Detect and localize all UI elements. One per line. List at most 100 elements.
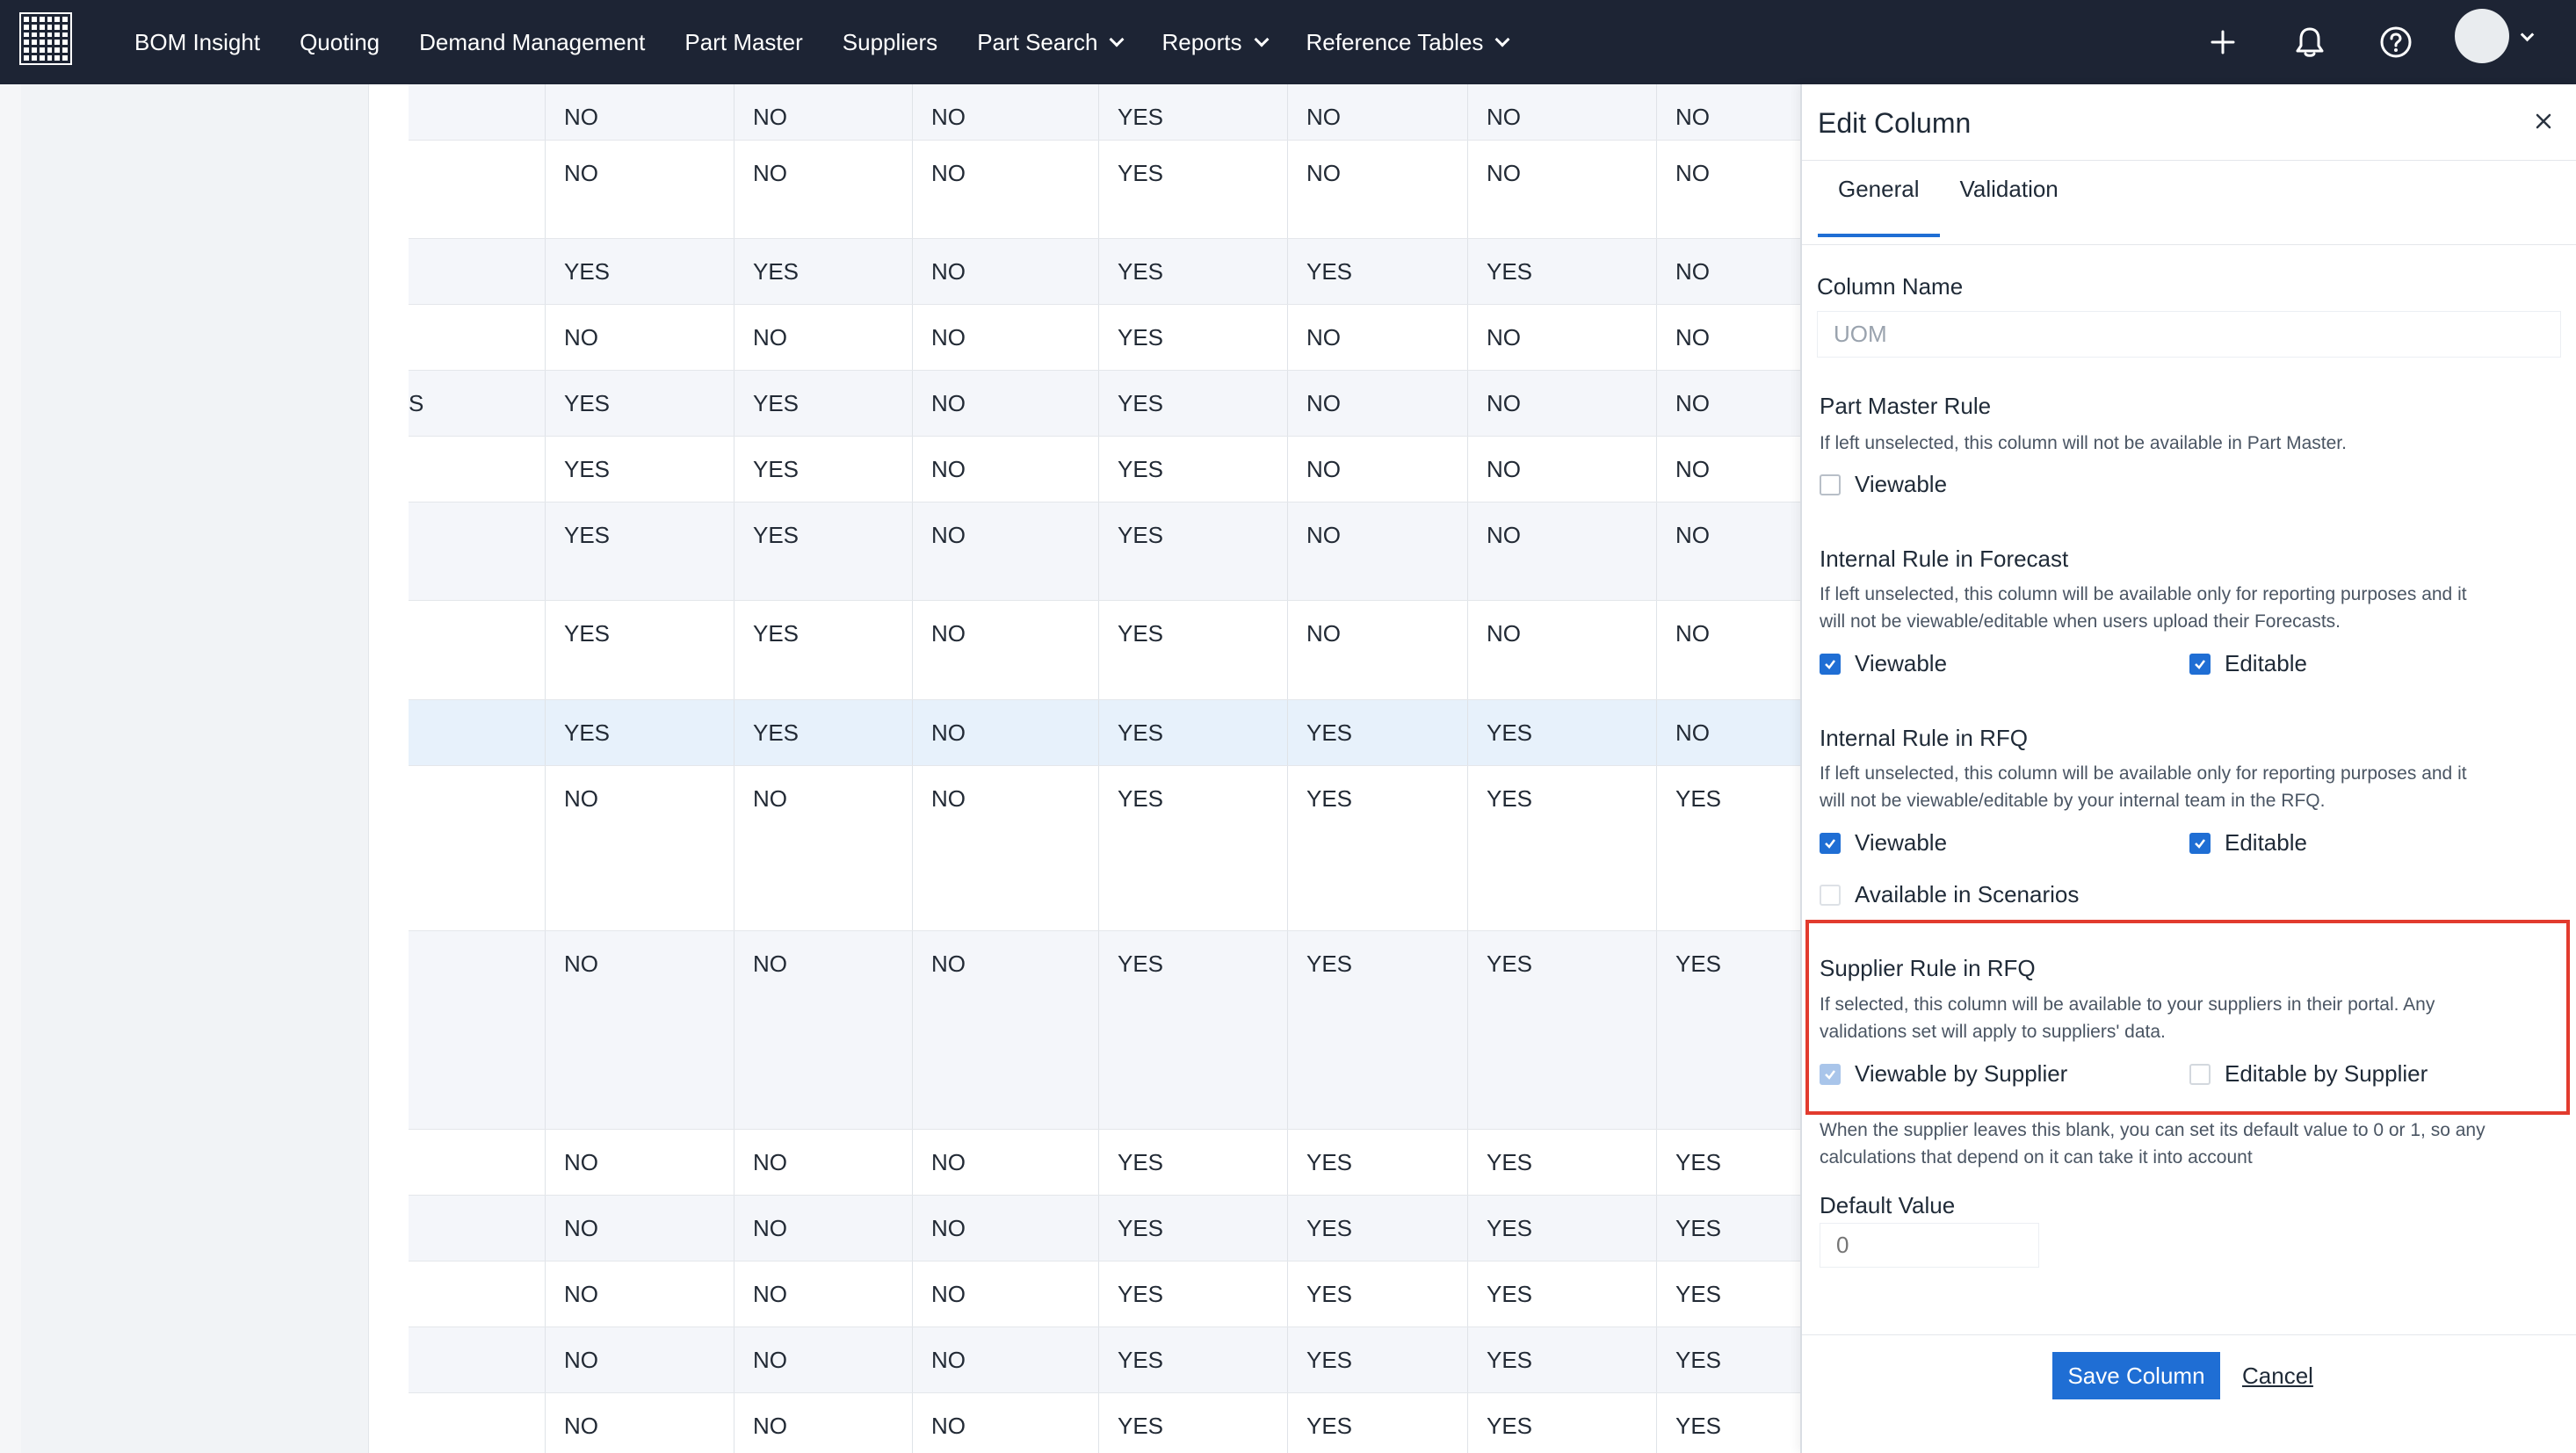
table-cell: NO <box>1287 502 1467 600</box>
part-master-viewable-checkbox[interactable]: Viewable <box>1820 471 1947 498</box>
default-value-field[interactable] <box>1820 1223 2039 1268</box>
forecast-editable-checkbox[interactable]: Editable <box>2189 650 2307 677</box>
table-cell: NO <box>1656 84 1800 140</box>
help-icon[interactable] <box>2375 21 2417 63</box>
table-cell: NO <box>1287 305 1467 370</box>
logo-cell <box>39 17 45 22</box>
table-cell: NO <box>1656 239 1800 304</box>
table-cell: NO <box>734 141 912 238</box>
tab-general[interactable]: General <box>1818 160 1940 244</box>
table-cell: YES <box>1287 239 1467 304</box>
table-row[interactable]: NO NO NO YES YES YES YES <box>409 766 1800 931</box>
table-cell: YES <box>1656 766 1800 930</box>
table-row[interactable]: YES YES NO YES YES YES NO <box>409 239 1800 305</box>
table-cell: YES <box>1656 1196 1800 1261</box>
checkbox-checked-icon <box>2189 653 2211 675</box>
table-cell: YES <box>1098 766 1287 930</box>
table-cell: YES <box>1098 239 1287 304</box>
logo-cell <box>62 40 68 46</box>
rfq-viewable-checkbox[interactable]: Viewable <box>1820 829 1947 857</box>
table-row[interactable]: NO NO NO YES YES YES YES <box>409 1196 1800 1261</box>
nav-item-reference-tables[interactable]: Reference Tables <box>1306 29 1510 56</box>
table-row[interactable]: NO NO NO YES YES YES YES <box>409 1261 1800 1327</box>
table-cell: NO <box>1656 305 1800 370</box>
table-row[interactable]: NO NO NO YES YES YES YES <box>409 1327 1800 1393</box>
logo-cell <box>31 47 37 54</box>
table-row[interactable]: YES YES NO YES NO NO NO <box>409 601 1800 700</box>
logo-cell <box>24 47 29 54</box>
save-column-button[interactable]: Save Column <box>2052 1352 2220 1399</box>
divider <box>1802 1334 2576 1335</box>
table-cell: YES <box>1098 502 1287 600</box>
table-row[interactable]: NO NO NO YES NO NO NO <box>409 141 1800 239</box>
table-row[interactable]: S YES YES NO YES NO NO NO <box>409 371 1800 437</box>
forecast-rule-help-line1: If left unselected, this column will be … <box>1820 584 2467 604</box>
table-cell: NO <box>1287 437 1467 502</box>
table-cell: NO <box>1467 84 1656 140</box>
table-row[interactable]: YES YES NO YES NO NO NO <box>409 437 1800 502</box>
table-cell: YES <box>1467 1393 1656 1453</box>
table-cell: NO <box>912 1196 1098 1261</box>
bell-icon[interactable] <box>2289 21 2331 63</box>
logo-cell <box>24 24 29 30</box>
table-cell: YES <box>734 700 912 765</box>
table-cell: YES <box>1098 1261 1287 1326</box>
table-row[interactable]: NO NO NO YES YES YES YES <box>409 1393 1800 1453</box>
table-cell: YES <box>1467 1130 1656 1195</box>
nav-item-demand-management[interactable]: Demand Management <box>419 29 645 56</box>
table-cell: NO <box>1467 371 1656 436</box>
checkbox-icon <box>1820 884 1841 906</box>
table-cell: YES <box>1656 931 1800 1129</box>
table-cell: YES <box>1098 1393 1287 1453</box>
table-cell: YES <box>734 601 912 699</box>
table-cell: YES <box>1098 700 1287 765</box>
nav-item-label: Suppliers <box>842 28 938 55</box>
checkbox-label: Viewable <box>1855 650 1948 676</box>
main-nav: BOM Insight Quoting Demand Management Part … <box>134 0 1547 84</box>
chevron-down-icon[interactable] <box>2520 27 2535 42</box>
nav-item-label: BOM Insight <box>134 28 261 55</box>
default-value-label: Default Value <box>1820 1192 1956 1218</box>
table-cell: YES <box>734 371 912 436</box>
table-cell: YES <box>545 601 734 699</box>
table-cell: NO <box>1467 601 1656 699</box>
table-row[interactable]: YES YES NO YES YES YES NO <box>409 700 1800 766</box>
rfq-rule-title: Internal Rule in RFQ <box>1820 725 2028 751</box>
nav-item-part-search[interactable]: Part Search <box>977 29 1125 56</box>
part-master-rule-title: Part Master Rule <box>1820 393 1992 419</box>
grid-gutter <box>369 84 409 1453</box>
column-name-field[interactable]: UOM <box>1817 311 2561 358</box>
table-cell <box>409 766 545 930</box>
rfq-scenarios-checkbox[interactable]: Available in Scenarios <box>1820 881 2079 908</box>
app-logo-icon[interactable] <box>19 12 72 65</box>
table-cell: YES <box>1287 700 1467 765</box>
nav-item-bom-insight[interactable]: BOM Insight <box>134 29 260 56</box>
avatar[interactable] <box>2455 9 2509 63</box>
rfq-editable-checkbox[interactable]: Editable <box>2189 829 2307 857</box>
default-value-help-line1: When the supplier leaves this blank, you… <box>1820 1120 2486 1140</box>
close-icon[interactable] <box>2529 107 2558 135</box>
table-row[interactable]: NO NO NO YES YES YES YES <box>409 931 1800 1130</box>
table-cell: NO <box>1467 502 1656 600</box>
forecast-rule-help-line2: will not be viewable/editable when users… <box>1820 611 2341 632</box>
table-row[interactable]: YES YES NO YES NO NO NO <box>409 502 1800 601</box>
nav-item-label: Quoting <box>300 28 380 55</box>
table-cell: YES <box>1287 931 1467 1129</box>
cancel-link[interactable]: Cancel <box>2242 1363 2313 1390</box>
table-cell: YES <box>1098 931 1287 1129</box>
nav-item-part-master[interactable]: Part Master <box>684 29 802 56</box>
nav-item-quoting[interactable]: Quoting <box>300 29 380 56</box>
nav-item-reports[interactable]: Reports <box>1161 29 1270 56</box>
table-row[interactable]: NO NO NO YES NO NO NO <box>409 84 1800 141</box>
checkbox-label: Editable <box>2225 829 2307 856</box>
table-cell: YES <box>1656 1393 1800 1453</box>
logo-cell <box>54 24 61 30</box>
nav-item-suppliers[interactable]: Suppliers <box>843 29 937 56</box>
forecast-viewable-checkbox[interactable]: Viewable <box>1820 650 1947 677</box>
tab-validation[interactable]: Validation <box>1940 160 2079 244</box>
plus-icon[interactable] <box>2202 21 2244 63</box>
table-row[interactable]: NO NO NO YES YES YES YES <box>409 1130 1800 1196</box>
table-row[interactable]: NO NO NO YES NO NO NO <box>409 305 1800 371</box>
table-cell: NO <box>912 502 1098 600</box>
table-cell: NO <box>912 1393 1098 1453</box>
